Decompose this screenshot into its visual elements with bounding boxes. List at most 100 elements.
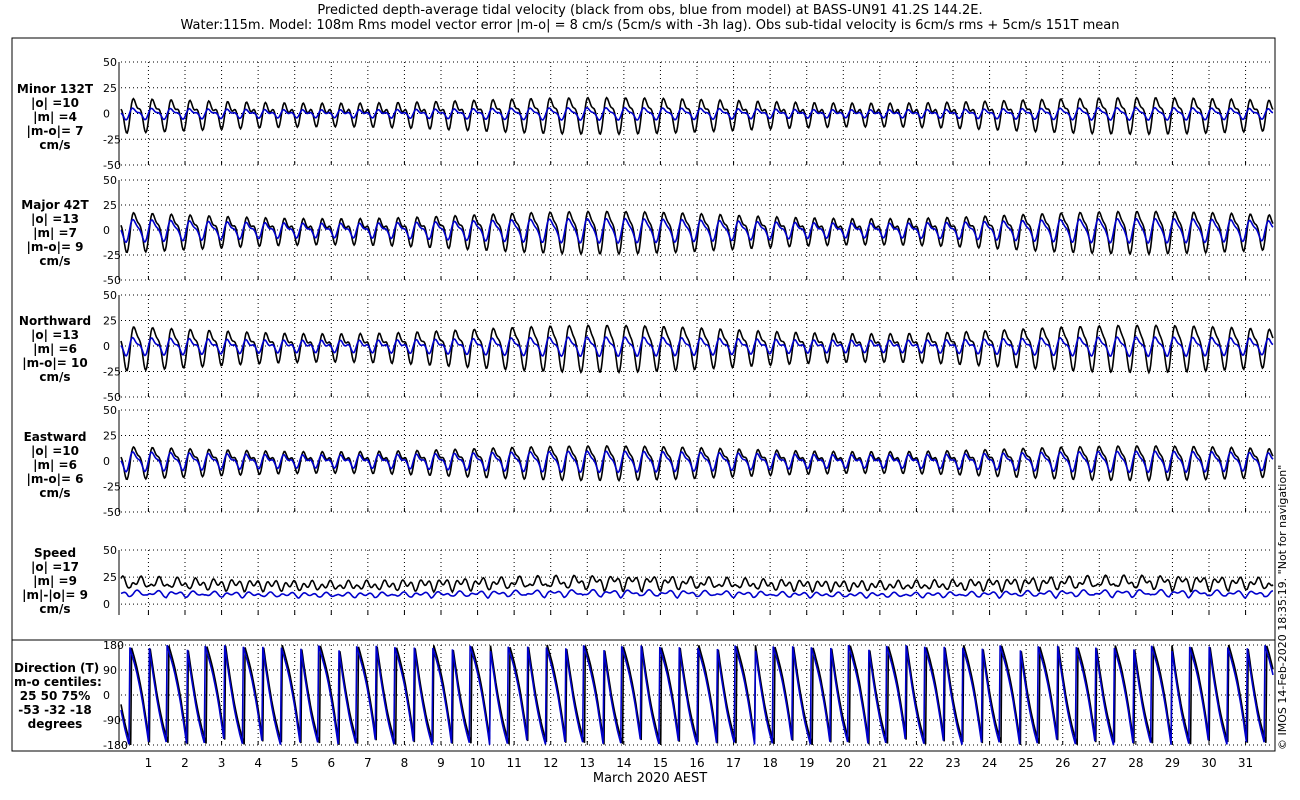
x-tick-label-day-5: 5 <box>291 756 299 770</box>
y-tick-label: 0 <box>103 455 110 468</box>
x-tick-label-day-16: 16 <box>689 756 704 770</box>
y-tick-label: 0 <box>103 224 110 237</box>
y-tick-label: -25 <box>103 481 121 494</box>
x-tick-label-day-9: 9 <box>437 756 445 770</box>
panel-label-line: 25 50 75% <box>19 689 91 703</box>
panel-label-line: |o| =13 <box>31 212 79 226</box>
panel-label-direction: Direction (T) m-o centiles: 25 50 75% -53 -… <box>14 661 102 731</box>
panel-label-line: |o| =13 <box>31 328 79 342</box>
panel-label-line: |o| =17 <box>31 560 79 574</box>
y-tick-label: 0 <box>103 689 110 702</box>
y-tick-label: 50 <box>103 544 117 557</box>
panel-label-line: cm/s <box>39 370 71 384</box>
x-tick-label-day-3: 3 <box>218 756 226 770</box>
y-tick-label: -50 <box>103 391 121 404</box>
panel-label-line: cm/s <box>39 602 71 616</box>
x-tick-label-day-12: 12 <box>543 756 558 770</box>
panel-label-line: |m-o|= 9 <box>26 240 84 254</box>
x-tick-label-day-23: 23 <box>945 756 960 770</box>
x-tick-label-day-29: 29 <box>1165 756 1180 770</box>
y-tick-label: 180 <box>103 639 124 652</box>
panel-label-line: |o| =10 <box>31 96 79 110</box>
x-tick-label-day-8: 8 <box>401 756 409 770</box>
x-tick-label-day-11: 11 <box>507 756 522 770</box>
panel-label-line: |m-o|= 7 <box>26 124 84 138</box>
y-tick-label: 25 <box>103 571 117 584</box>
x-tick-label-day-1: 1 <box>145 756 153 770</box>
y-tick-label: 25 <box>103 82 117 95</box>
y-tick-label: 25 <box>103 430 117 443</box>
y-tick-label: 50 <box>103 404 117 417</box>
y-tick-label: -180 <box>103 739 128 752</box>
outer-frame <box>11 37 1276 752</box>
x-tick-label-day-27: 27 <box>1092 756 1107 770</box>
y-tick-label: 0 <box>103 340 110 353</box>
y-tick-label: 0 <box>103 598 110 611</box>
x-tick-label-day-19: 19 <box>799 756 814 770</box>
panel-label-line: |o| =10 <box>31 444 79 458</box>
panel-label-major: Major 42T |o| =13 |m| =7 |m-o|= 9 cm/s <box>14 198 96 268</box>
x-tick-label-day-26: 26 <box>1055 756 1070 770</box>
x-tick-label-day-2: 2 <box>181 756 189 770</box>
panel-label-line: |m|-|o|= 9 <box>22 588 88 602</box>
y-tick-label: 50 <box>103 174 117 187</box>
x-tick-label-day-10: 10 <box>470 756 485 770</box>
y-tick-label: 0 <box>103 108 110 121</box>
x-tick-label-day-15: 15 <box>653 756 668 770</box>
speed-obs-series <box>120 574 1274 594</box>
panel-label-line: Speed <box>33 546 77 560</box>
y-tick-label: 50 <box>103 289 117 302</box>
y-tick-label: 90 <box>103 664 117 677</box>
x-tick-label-day-14: 14 <box>616 756 631 770</box>
panel-label-line: cm/s <box>39 254 71 268</box>
x-tick-label-day-30: 30 <box>1201 756 1216 770</box>
y-tick-label: 25 <box>103 315 117 328</box>
x-tick-label-day-25: 25 <box>1019 756 1034 770</box>
x-axis-label: March 2020 AEST <box>592 771 708 786</box>
panel-label-eastward: Eastward |o| =10 |m| =6 |m-o|= 6 cm/s <box>14 430 96 500</box>
y-tick-label: -50 <box>103 159 121 172</box>
x-tick-label-day-28: 28 <box>1128 756 1143 770</box>
y-tick-label: -50 <box>103 274 121 287</box>
x-tick-label-day-7: 7 <box>364 756 372 770</box>
panel-label-line: -53 -32 -18 <box>18 703 92 717</box>
tidal-velocity-chart: -50-2502550-50-2502550-50-2502550-50-250… <box>11 37 1276 770</box>
panel-label-line: degrees <box>27 717 83 731</box>
x-tick-label-day-13: 13 <box>580 756 595 770</box>
panel-label-line: Northward <box>18 314 92 328</box>
credit-text: © IMOS 14-Feb-2020 18:35:19. "Not for na… <box>1276 464 1289 750</box>
panel-label-line: Eastward <box>23 430 87 444</box>
panel-label-speed: Speed |o| =17 |m| =9 |m|-|o|= 9 cm/s <box>14 546 96 616</box>
panel-label-line: |m-o|= 6 <box>26 472 84 486</box>
x-tick-label-day-22: 22 <box>909 756 924 770</box>
panel-label-line: |m| =7 <box>33 226 77 240</box>
x-tick-label-day-17: 17 <box>726 756 741 770</box>
x-tick-label-day-24: 24 <box>982 756 997 770</box>
y-tick-label: -25 <box>103 366 121 379</box>
x-tick-label-day-6: 6 <box>327 756 335 770</box>
panel-label-line: Direction (T) <box>14 661 100 675</box>
panel-label-line: Minor 132T <box>16 82 94 96</box>
x-tick-label-day-21: 21 <box>872 756 887 770</box>
panel-label-line: |m| =6 <box>33 458 77 472</box>
panel-label-line: |m| =9 <box>33 574 77 588</box>
y-tick-label: 25 <box>103 199 117 212</box>
panel-label-minor: Minor 132T |o| =10 |m| =4 |m-o|= 7 cm/s <box>14 82 96 152</box>
panel-label-line: m-o centiles: <box>14 675 102 689</box>
panel-label-line: |m| =4 <box>33 110 77 124</box>
panel-label-line: |m-o|= 10 <box>22 356 88 370</box>
panel-label-northward: Northward |o| =13 |m| =6 |m-o|= 10 cm/s <box>14 314 96 384</box>
panel-label-line: Major 42T <box>21 198 89 212</box>
y-tick-label: -50 <box>103 506 121 519</box>
y-tick-label: -25 <box>103 133 121 146</box>
panel-label-line: |m| =6 <box>33 342 77 356</box>
x-tick-label-day-20: 20 <box>836 756 851 770</box>
y-tick-label: -25 <box>103 249 121 262</box>
x-tick-label-day-18: 18 <box>763 756 778 770</box>
panel-label-line: cm/s <box>39 486 71 500</box>
x-tick-label-day-31: 31 <box>1238 756 1253 770</box>
y-tick-label: 50 <box>103 56 117 69</box>
panel-label-line: cm/s <box>39 138 71 152</box>
x-tick-label-day-4: 4 <box>254 756 262 770</box>
y-tick-label: -90 <box>103 714 121 727</box>
